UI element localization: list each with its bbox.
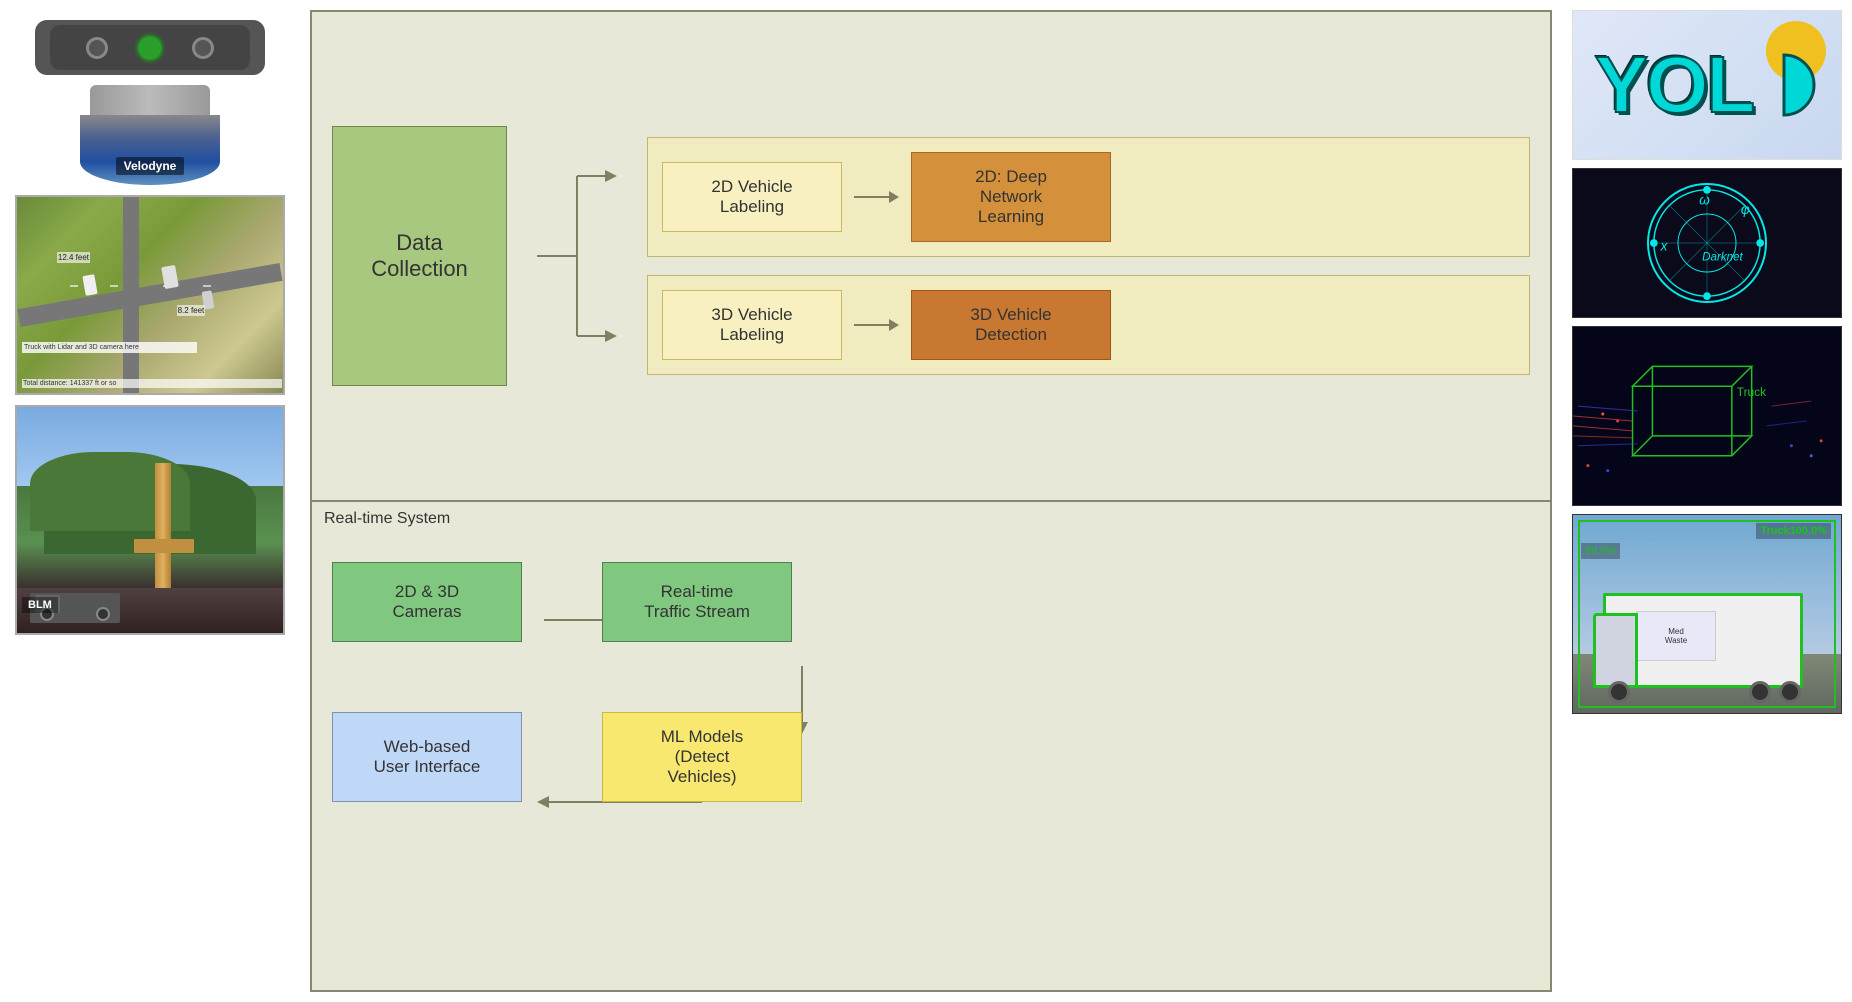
darknet-image: ω φ x Darknet [1572, 168, 1842, 318]
field-photo: BLM [15, 405, 285, 635]
svg-text:ω: ω [1699, 192, 1710, 207]
yolo-text: YOL [1595, 39, 1753, 131]
top-diagram: Data Collection 2D Vehicle Labeling [310, 10, 1552, 502]
svg-text:x: x [1660, 239, 1669, 254]
web-ui-box: Web-based User Interface [332, 712, 522, 802]
detection-label1: Truck100.0% [1756, 523, 1831, 539]
stereo-camera-image [35, 20, 265, 75]
ml-models-box: ML Models (Detect Vehicles) [602, 712, 802, 802]
detection-image: MedWaste Truck100.0% 99.0% [1572, 514, 1842, 714]
stream-box: Real-time Traffic Stream [602, 562, 792, 642]
cameras-box: 2D & 3D Cameras [332, 562, 522, 642]
left-panel: Velodyne 12.4 feet 8.2 feet Truck with L… [0, 0, 300, 1002]
center-panel: Data Collection 2D Vehicle Labeling [300, 0, 1562, 1002]
bottom-left-col: 2D & 3D Cameras Web-based User Interface [332, 562, 522, 802]
darknet-circle: ω φ x Darknet [1647, 183, 1767, 303]
section-label: Real-time System [324, 510, 450, 528]
lidar-label: Velodyne [116, 157, 185, 175]
svg-text:φ: φ [1741, 202, 1750, 217]
svg-text:Darknet: Darknet [1702, 250, 1743, 263]
3d-detection-box: 3D Vehicle Detection [911, 290, 1111, 360]
arrow-2d [854, 191, 899, 203]
right-panel: YOL ω φ [1562, 0, 1852, 1002]
arrow-3d [854, 319, 899, 331]
yolo-logo: YOL [1572, 10, 1842, 160]
data-collection-box: Data Collection [332, 126, 507, 386]
field-text: BLM [22, 597, 58, 613]
fork-arrows-svg [537, 116, 617, 396]
2d-group: 2D Vehicle Labeling 2D: Deep Network Lea… [647, 137, 1530, 257]
right-groups: 2D Vehicle Labeling 2D: Deep Network Lea… [647, 137, 1530, 375]
3d-labeling-box: 3D Vehicle Labeling [662, 290, 842, 360]
svg-text:Truck: Truck [1737, 385, 1766, 399]
bottom-right-col: Real-time Traffic Stream ML Models (Dete… [602, 562, 802, 802]
2d-labeling-box: 2D Vehicle Labeling [662, 162, 842, 232]
lidar-image: Velodyne [80, 85, 220, 185]
darknet-svg: ω φ x Darknet [1649, 183, 1765, 303]
aerial-photo: 12.4 feet 8.2 feet Truck with Lidar and … [15, 195, 285, 395]
bottom-diagram: Real-time System 2D & 3D Cameras Web-bas… [310, 502, 1552, 992]
lidar-viz-svg: Truck [1573, 326, 1841, 506]
yolo-text-wrapper: YOL [1595, 39, 1819, 131]
bottom-content: 2D & 3D Cameras Web-based User Interface… [332, 562, 1530, 960]
deep-network-box: 2D: Deep Network Learning [911, 152, 1111, 242]
3d-group: 3D Vehicle Labeling 3D Vehicle Detection [647, 275, 1530, 375]
detection-label2: 99.0% [1581, 543, 1620, 559]
aerial-info: Total distance: 141337 ft or so [22, 379, 282, 388]
aerial-caption: Truck with Lidar and 3D camera here [22, 342, 197, 353]
lidar-viz: Truck [1572, 326, 1842, 506]
yolo-pacman [1749, 45, 1819, 125]
